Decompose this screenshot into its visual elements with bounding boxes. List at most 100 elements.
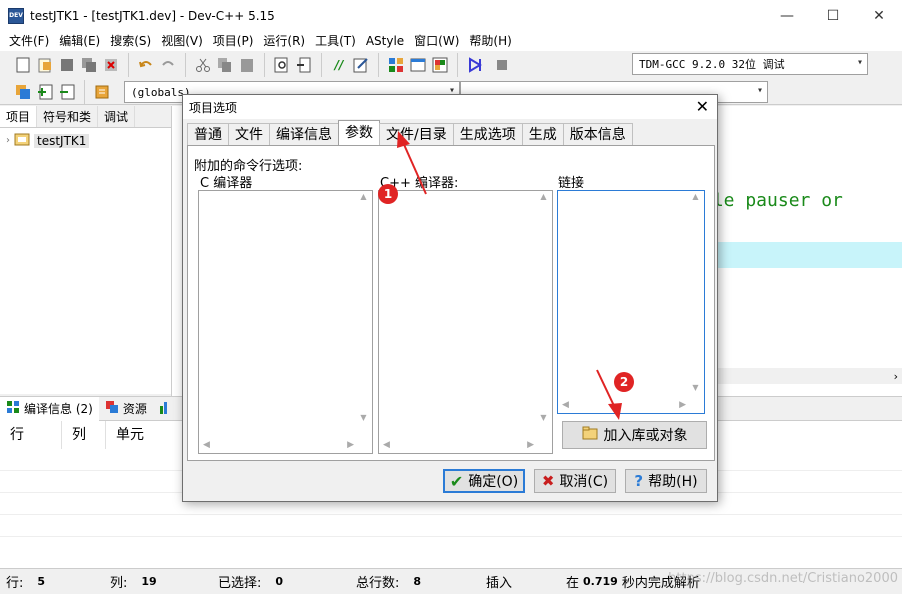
vertical-scrollbar[interactable]: ▲ ▼ [356,192,371,422]
editor-horizontal-scrollbar[interactable]: › [692,368,902,384]
tab-compile-log-label: 编译信息 (2) [24,402,93,416]
status-selection-value: 0 [275,575,284,588]
vertical-scrollbar[interactable]: ▲ ▼ [688,192,703,392]
redo-icon[interactable] [160,57,176,73]
cancel-label: 取消(C) [559,474,609,490]
tab-compiler[interactable]: 编译信息 [269,123,339,145]
cancel-button[interactable]: ✖ 取消(C) [534,469,616,493]
x-icon: ✖ [541,472,555,490]
column-header-line[interactable]: 行 [0,421,62,449]
annotation-badge-1: 1 [378,184,398,204]
menu-run[interactable]: 运行(R) [258,31,310,51]
tab-chart[interactable] [153,397,175,421]
watermark: https://blog.csdn.net/Cristiano2000 [668,571,898,586]
format-code-icon[interactable] [353,57,369,73]
chevron-down-icon: ▾ [756,85,763,96]
current-line-highlight [692,242,902,268]
debug-icon[interactable] [467,57,483,73]
tab-symbols[interactable]: 符号和类 [37,106,99,127]
menu-astyle[interactable]: AStyle [361,31,409,51]
status-row-label: 行: [6,576,24,591]
folder-icon [582,426,598,444]
project-tree: › testJTK1 [0,128,171,394]
find-icon[interactable] [274,57,290,73]
tab-version-info[interactable]: 版本信息 [562,123,633,145]
undo-icon[interactable] [138,57,154,73]
annotation-badge-2: 2 [614,372,634,392]
help-button[interactable]: ? 帮助(H) [625,469,707,493]
open-file-icon[interactable] [37,57,53,73]
add-to-project-icon[interactable] [37,84,53,100]
comment-icon[interactable]: // [331,57,347,73]
dialog-close-button[interactable]: ✕ [696,97,709,116]
copy-icon[interactable] [217,57,233,73]
status-selection-label: 已选择: [218,576,262,591]
tab-build-options[interactable]: 生成选项 [452,123,523,145]
project-options-icon[interactable] [94,84,110,100]
menu-project[interactable]: 项目(P) [208,31,259,51]
save-all-icon[interactable] [81,57,97,73]
tab-project[interactable]: 项目 [0,106,38,127]
menu-search[interactable]: 搜索(S) [105,31,156,51]
menu-help[interactable]: 帮助(H) [464,31,516,51]
close-button[interactable]: ✕ [856,0,902,31]
compile-run-icon[interactable] [432,57,448,73]
cut-icon[interactable] [195,57,211,73]
cpp-compiler-field[interactable]: ▲ ▼ ◀ ▶ [378,190,553,454]
horizontal-scrollbar[interactable]: ◀ ▶ [380,437,537,452]
menu-view[interactable]: 视图(V) [156,31,208,51]
maximize-button[interactable]: ☐ [810,0,856,31]
menu-window[interactable]: 窗口(W) [409,31,464,51]
menu-edit[interactable]: 编辑(E) [54,31,105,51]
c-compiler-label: C 编译器 [200,176,253,191]
tab-files[interactable]: 文件 [228,123,270,145]
menu-tools[interactable]: 工具(T) [310,31,361,51]
goto-icon[interactable] [296,57,312,73]
ok-button[interactable]: ✔ 确定(O) [443,469,525,493]
status-insert-mode: 插入 [486,576,513,591]
remove-from-project-icon[interactable] [59,84,75,100]
run-icon[interactable] [410,57,426,73]
chevron-right-icon[interactable]: › [6,135,10,146]
resources-icon [105,400,119,417]
chevron-right-icon[interactable]: › [894,370,898,383]
horizontal-scrollbar[interactable]: ◀ ▶ [200,437,357,452]
dialog-title: 项目选项 [189,100,238,115]
app-icon: DEV [8,7,24,24]
tab-general[interactable]: 普通 [187,123,229,145]
dialog-tabs: 普通 文件 编译信息 参数 文件/目录 生成选项 生成 版本信息 [187,120,715,145]
title-bar: DEV testJTK1 - [testJTK1.dev] - Dev-C++ … [0,0,902,31]
add-library-button[interactable]: 加入库或对象 [562,421,707,449]
compiler-select[interactable]: TDM-GCC 9.2.0 32位 调试 ▾ [632,53,868,75]
compile-icon[interactable] [388,57,404,73]
status-parse-prefix: 在 [566,576,580,591]
stop-icon[interactable] [494,57,510,73]
close-file-icon[interactable] [103,57,119,73]
tab-parameters[interactable]: 参数 [338,120,380,145]
save-icon[interactable] [59,57,75,73]
tab-compile-log[interactable]: 编译信息 (2) [0,396,99,421]
status-total-value: 8 [413,575,422,588]
column-header-column[interactable]: 列 [62,421,106,449]
horizontal-scrollbar[interactable]: ◀ ▶ [559,397,689,412]
status-bar: 行: 5 列: 19 已选择: 0 总行数: 8 插入 在 0.719 秒内完成… [0,568,902,594]
tab-makefile[interactable]: 生成 [521,123,564,145]
menu-file[interactable]: 文件(F) [4,31,54,51]
tab-debug[interactable]: 调试 [98,106,136,127]
ok-label: 确定(O) [468,474,519,490]
project-icon [14,132,30,149]
minimize-button[interactable]: — [764,0,810,31]
new-file-icon[interactable] [15,57,31,73]
tab-directories[interactable]: 文件/目录 [379,123,454,145]
main-toolbar: // TDM-GCC 9.2.0 32位 调试 ▾ [0,51,902,79]
paste-icon[interactable] [239,57,255,73]
compiler-select-value: TDM-GCC 9.2.0 32位 调试 [639,58,785,71]
project-panel: 项目 符号和类 调试 › testJTK1 [0,106,172,396]
bar-chart-icon [159,400,169,417]
tree-item-project[interactable]: › testJTK1 [6,132,165,149]
tab-resources[interactable]: 资源 [99,397,153,421]
new-project-icon[interactable] [15,84,31,100]
project-options-dialog: 项目选项 ✕ 普通 文件 编译信息 参数 文件/目录 生成选项 生成 版本信息 … [182,94,718,502]
c-compiler-field[interactable]: ▲ ▼ ◀ ▶ [198,190,373,454]
vertical-scrollbar[interactable]: ▲ ▼ [536,192,551,422]
